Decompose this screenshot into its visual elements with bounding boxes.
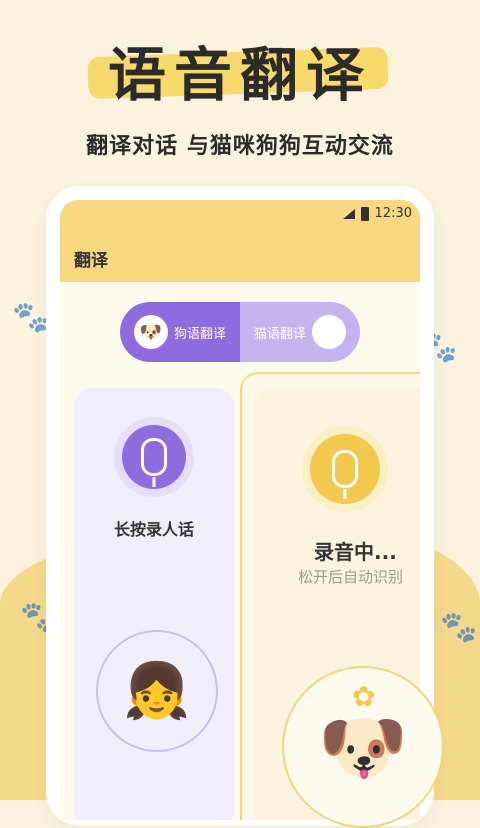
app-bar: 12:30 翻译 xyxy=(60,200,420,282)
recording-status: 录音中... xyxy=(314,540,397,564)
cat-face-icon: 🐱 xyxy=(312,315,346,349)
mode-toggle: 🐶 狗语翻译 猫语翻译 🐱 xyxy=(120,302,360,362)
tab-dog-translate[interactable]: 🐶 狗语翻译 xyxy=(120,302,240,362)
paw-icon: 🐾 xyxy=(440,610,478,645)
app-title: 翻译 xyxy=(74,251,108,271)
mic-icon xyxy=(141,438,167,476)
battery-icon xyxy=(360,206,369,221)
tab-dog-label: 狗语翻译 xyxy=(173,326,226,342)
headline: 语音翻译 xyxy=(107,41,372,109)
tab-cat-translate[interactable]: 猫语翻译 🐱 xyxy=(240,302,360,362)
human-record-button[interactable] xyxy=(114,417,194,497)
dog-face-icon: 🐶 xyxy=(133,315,168,349)
pet-record-button[interactable] xyxy=(302,426,388,512)
release-hint: 松开后自动识别 xyxy=(298,568,404,586)
mic-icon xyxy=(332,450,358,488)
girl-avatar: 👧 xyxy=(96,630,218,752)
status-bar: 12:30 xyxy=(342,206,412,221)
mic-icon-wrap xyxy=(310,434,380,504)
human-record-hint: 长按录人话 xyxy=(114,520,195,539)
signal-icon xyxy=(342,208,355,219)
status-time: 12:30 xyxy=(374,206,412,221)
flower-icon: ✿ xyxy=(352,680,376,713)
subtitle: 翻译对话 与猫咪狗狗互动交流 xyxy=(86,134,394,159)
paw-icon: 🐾 xyxy=(12,300,50,335)
tab-cat-label: 猫语翻译 xyxy=(253,326,306,342)
mic-icon-wrap xyxy=(122,425,186,489)
